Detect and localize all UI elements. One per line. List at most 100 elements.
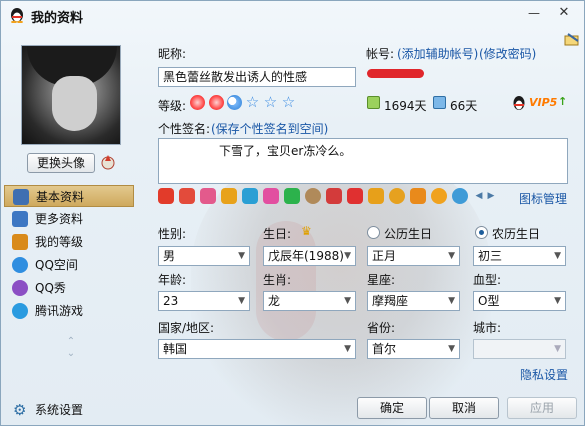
green-gem-icon[interactable] [284, 188, 300, 204]
id-card-icon [13, 189, 29, 205]
vip-badge[interactable]: VIP5 ↑ [512, 95, 570, 111]
sidebar-item-label: 更多资料 [35, 212, 84, 226]
pink-gem-icon[interactable] [263, 188, 279, 204]
star-icon: ☆ [245, 93, 260, 111]
country-select[interactable]: 韩国 ▼ [158, 339, 356, 359]
account-label: 帐号: [366, 47, 395, 61]
country-value: 韩国 [163, 342, 188, 356]
age-value: 23 [163, 294, 179, 308]
zodiac-value: 龙 [268, 294, 281, 308]
sidebar-item-qqshow[interactable]: QQ秀 [4, 277, 134, 299]
corner-pencil-icon[interactable] [564, 33, 580, 47]
sidebar-item-label: 我的等级 [35, 235, 84, 249]
country-label: 国家/地区: [158, 321, 215, 335]
music-icon[interactable] [326, 188, 342, 204]
vip-level: VIP5 [529, 96, 558, 109]
mail-icon[interactable] [221, 188, 237, 204]
star-sign-select[interactable]: 摩羯座 ▼ [367, 291, 460, 311]
dropdown-arrow-icon: ▼ [448, 344, 455, 354]
close-button[interactable]: ✕ [554, 4, 574, 22]
city-select[interactable]: ▼ [473, 339, 566, 359]
pet-icon[interactable] [179, 188, 195, 204]
sidebar-item-my-level[interactable]: 我的等级 [4, 231, 134, 253]
game-icon [12, 303, 28, 319]
orange-card-icon[interactable] [410, 188, 426, 204]
star-sign-label: 星座: [367, 273, 396, 287]
system-settings-link[interactable]: ⚙ 系统设置 [13, 401, 83, 421]
blue-diamond-icon[interactable] [242, 188, 258, 204]
level-label: 等级: [158, 99, 187, 113]
star-qzone-icon [12, 257, 28, 273]
birthday-year-value: 戊辰年(1988) [268, 249, 344, 263]
birthday-month-value: 正月 [372, 249, 397, 263]
nickname-input[interactable]: 黑色蕾丝散发出诱人的性感 [158, 67, 356, 87]
minimize-button[interactable]: — [524, 4, 544, 22]
chevron-down-icon[interactable]: ⌄ [65, 348, 77, 360]
birthday-day-value: 初三 [478, 249, 503, 263]
save-signature-link[interactable]: (保存个性签名到空间) [211, 120, 328, 137]
privacy-settings-link[interactable]: 隐私设置 [520, 366, 568, 383]
blood-type-select[interactable]: O型 ▼ [473, 291, 566, 311]
dropdown-arrow-icon: ▼ [238, 251, 245, 261]
dropdown-arrow-icon: ▼ [554, 296, 561, 306]
city-label: 城市: [473, 321, 502, 335]
star-sign-value: 摩羯座 [372, 294, 409, 308]
card-icon [12, 211, 28, 227]
heart-icon[interactable] [200, 188, 216, 204]
age-select[interactable]: 23 ▼ [158, 291, 250, 311]
birthday-month-select[interactable]: 正月 ▼ [367, 246, 460, 266]
add-account-link[interactable]: (添加辅助帐号) [397, 45, 478, 62]
dropdown-arrow-icon: ▼ [344, 251, 351, 261]
signature-input[interactable]: 下雪了，宝贝er冻冷么。 [158, 138, 568, 184]
zodiac-select[interactable]: 龙 ▼ [263, 291, 356, 311]
house-level-icon [12, 234, 28, 250]
red-badge-icon[interactable] [347, 188, 363, 204]
avatar-tool-icon[interactable] [99, 153, 117, 171]
strip-prev-icon[interactable]: ◀ [474, 189, 484, 203]
solar-birthday-radio[interactable] [367, 226, 380, 239]
apply-button[interactable]: 应用 [507, 397, 577, 419]
coin-icon[interactable] [389, 188, 405, 204]
crown-icon: ♛ [301, 224, 312, 238]
qq-penguin-icon [11, 8, 23, 23]
cancel-button[interactable]: 取消 [429, 397, 499, 419]
sidebar-item-label: QQ空间 [35, 258, 78, 272]
gender-select[interactable]: 男 ▼ [158, 246, 250, 266]
sidebar-item-basic-info[interactable]: 基本资料 [4, 185, 134, 207]
birthday-year-select[interactable]: 戊辰年(1988) ▼ [263, 246, 356, 266]
ball-icon[interactable] [305, 188, 321, 204]
sidebar-item-more-info[interactable]: 更多资料 [4, 208, 134, 230]
soccer-icon[interactable] [452, 188, 468, 204]
dropdown-arrow-icon: ▼ [344, 344, 351, 354]
nickname-label: 昵称: [158, 47, 187, 61]
online-days: 1694天 [384, 99, 427, 113]
strip-next-icon[interactable]: ▶ [486, 189, 496, 203]
avatar[interactable] [21, 45, 121, 145]
gender-value: 男 [163, 249, 176, 263]
change-password-link[interactable]: (修改密码) [479, 45, 536, 62]
title-bar: 我的资料 — ✕ [1, 1, 584, 29]
gender-label: 性别: [158, 227, 187, 241]
province-select[interactable]: 首尔 ▼ [367, 339, 460, 359]
chevron-up-icon[interactable]: ⌃ [65, 336, 77, 348]
blood-type-value: O型 [478, 294, 500, 308]
sidebar-item-tencent-games[interactable]: 腾讯游戏 [4, 300, 134, 322]
lunar-birthday-label: 农历生日 [492, 227, 541, 241]
color-wheel-icon[interactable] [431, 188, 447, 204]
account-number-redacted [367, 69, 424, 78]
penguin-icon[interactable] [158, 188, 174, 204]
sidebar-item-qzone[interactable]: QQ空间 [4, 254, 134, 276]
book-icon[interactable] [368, 188, 384, 204]
lunar-birthday-radio[interactable] [475, 226, 488, 239]
signature-label: 个性签名: [158, 122, 211, 136]
sidebar-scroll[interactable]: ⌃ ⌄ [65, 336, 77, 366]
province-label: 省份: [367, 321, 396, 335]
dropdown-arrow-icon: ▼ [448, 296, 455, 306]
ok-button[interactable]: 确定 [357, 397, 427, 419]
vip-up-arrow: ↑ [558, 95, 568, 108]
star-icon: ☆ [281, 93, 296, 111]
birthday-day-select[interactable]: 初三 ▼ [473, 246, 566, 266]
icon-manage-link[interactable]: 图标管理 [519, 190, 567, 207]
dropdown-arrow-icon: ▼ [554, 344, 561, 354]
change-avatar-button[interactable]: 更换头像 [27, 153, 95, 173]
